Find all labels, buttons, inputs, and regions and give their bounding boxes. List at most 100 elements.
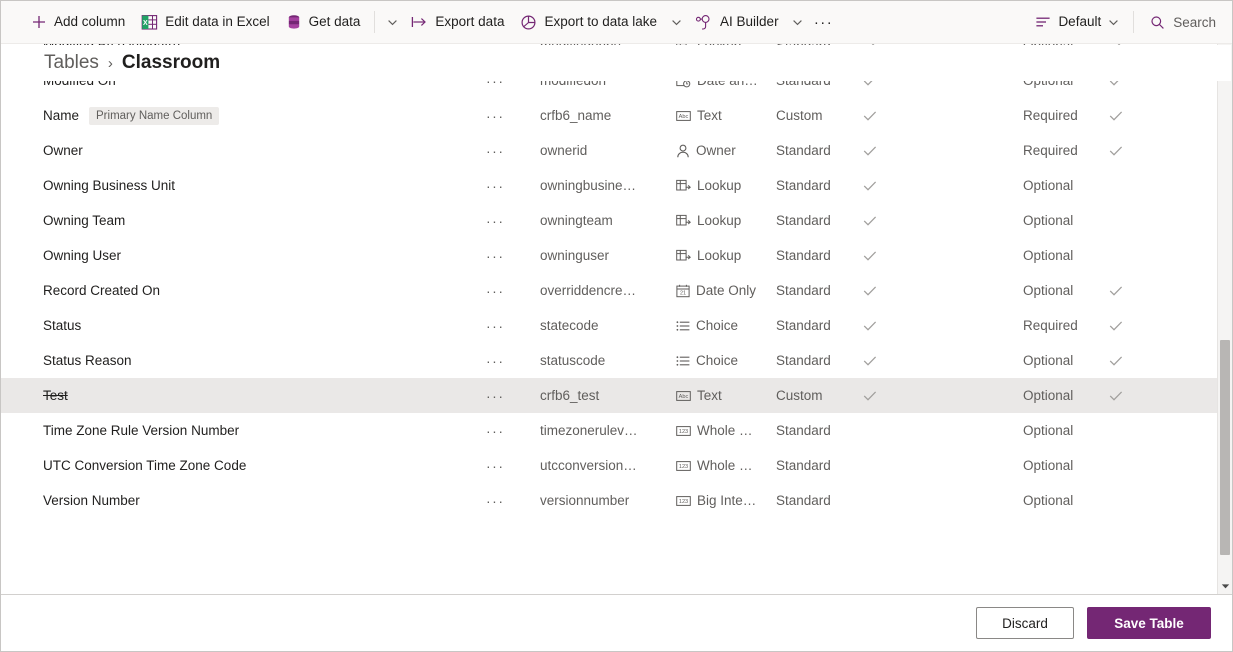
row-more-commands-button[interactable]: ··· <box>486 423 540 439</box>
column-customizable-cell <box>863 355 1023 367</box>
date-only-icon: 21 <box>676 284 690 298</box>
column-logical-name: overriddencre… <box>540 283 637 298</box>
scroll-up-arrow-icon[interactable] <box>1218 44 1232 59</box>
check-icon <box>1109 285 1169 297</box>
view-selector-label: Default <box>1058 14 1102 30</box>
lookup-icon <box>676 44 691 52</box>
row-more-commands-button[interactable]: ··· <box>486 353 540 369</box>
column-display-name: Owning Team <box>43 213 126 228</box>
column-customizable-cell <box>863 145 1023 157</box>
get-data-chevron-down-icon[interactable] <box>381 6 403 38</box>
table-row[interactable]: Owning Business Unit ··· owningbusine… Look… <box>1 168 1217 203</box>
table-row[interactable]: Owning User ··· owninguser Lookup Standard Op… <box>1 238 1217 273</box>
row-more-commands-button[interactable]: ··· <box>486 388 540 404</box>
table-row[interactable]: Time Zone Rule Version Number ··· timezone… <box>1 413 1217 448</box>
row-more-commands-button[interactable]: ··· <box>486 73 540 89</box>
check-icon <box>1109 75 1169 87</box>
search-input[interactable]: Search <box>1140 6 1226 38</box>
column-data-type-cell: 123 Whole … <box>676 458 776 473</box>
column-display-name-cell: Name Primary Name Column <box>43 106 486 125</box>
column-display-name-cell: Modified On <box>43 73 486 88</box>
column-customizable-cell <box>863 110 1023 122</box>
export-data-button[interactable]: Export data <box>403 6 512 38</box>
table-row[interactable]: Version Number ··· versionnumber 123 Big Int… <box>1 483 1217 518</box>
column-display-name-cell: Version Number <box>43 493 486 508</box>
columns-list: Modified By (Delegate) ··· modifiedonbe… Lo… <box>1 44 1217 518</box>
row-more-commands-button[interactable]: ··· <box>486 248 540 264</box>
lookup-icon <box>676 214 691 227</box>
column-logical-name: crfb6_name <box>540 108 612 123</box>
column-required-label: Optional <box>1023 178 1074 193</box>
column-logical-name: ownerid <box>540 143 588 158</box>
check-icon <box>863 250 1023 262</box>
row-more-commands-button[interactable]: ··· <box>486 108 540 124</box>
breadcrumb-tables-link[interactable]: Tables <box>44 52 99 74</box>
more-commands-button[interactable]: ··· <box>809 6 839 38</box>
row-more-commands-button[interactable]: ··· <box>486 178 540 194</box>
column-searchable-cell <box>1109 145 1169 157</box>
get-data-label: Get data <box>308 14 361 30</box>
add-column-button[interactable]: Add column <box>23 6 133 38</box>
row-more-commands-button[interactable]: ··· <box>486 283 540 299</box>
table-row[interactable]: Status ··· statecode Choice Standard Required <box>1 308 1217 343</box>
column-type-label: Custom <box>776 108 823 123</box>
table-row[interactable]: Test ··· crfb6_test Abc Text Custom Optional <box>1 378 1217 413</box>
edit-data-in-excel-button[interactable]: X Edit data in Excel <box>133 6 277 38</box>
lookup-icon <box>676 249 691 262</box>
scroll-down-arrow-icon[interactable] <box>1218 579 1232 594</box>
edit-data-in-excel-label: Edit data in Excel <box>165 14 270 30</box>
column-customizable-cell <box>863 250 1023 262</box>
table-row[interactable]: Name Primary Name Column ··· crfb6_name Abc T… <box>1 98 1217 133</box>
column-display-name: Time Zone Rule Version Number <box>43 423 240 438</box>
column-required-label: Required <box>1023 143 1078 158</box>
column-data-type-cell: 21 Date Only <box>676 283 776 298</box>
view-selector-button[interactable]: Default <box>1027 6 1127 38</box>
column-searchable-cell <box>1109 180 1169 192</box>
column-required-label: Optional <box>1023 388 1074 403</box>
ai-builder-button[interactable]: AI Builder <box>687 6 787 38</box>
table-row[interactable]: Status Reason ··· statuscode Choice Standard… <box>1 343 1217 378</box>
save-table-button[interactable]: Save Table <box>1087 607 1211 639</box>
table-row[interactable]: Owning Team ··· owningteam Lookup Standard Op… <box>1 203 1217 238</box>
svg-text:Abc: Abc <box>679 114 689 120</box>
column-required-label: Optional <box>1023 423 1074 438</box>
get-data-button[interactable]: Get data <box>278 6 369 38</box>
column-searchable-cell <box>1109 495 1169 507</box>
row-more-commands-button[interactable]: ··· <box>486 458 540 474</box>
column-display-name-cell: Status Reason <box>43 353 486 368</box>
choice-icon <box>676 320 690 332</box>
column-display-name-cell: Status <box>43 318 486 333</box>
column-logical-name: owningteam <box>540 213 613 228</box>
row-more-commands-button[interactable]: ··· <box>486 213 540 229</box>
export-to-data-lake-chevron-down-icon[interactable] <box>665 6 687 38</box>
view-selector-chevron-down-icon <box>1108 17 1119 28</box>
table-row[interactable]: Record Created On ··· overriddencre… 21 Date… <box>1 273 1217 308</box>
scrollbar-thumb[interactable] <box>1220 340 1230 555</box>
column-display-name: Record Created On <box>43 283 161 298</box>
column-customizable-cell <box>863 320 1023 332</box>
export-to-data-lake-button[interactable]: Export to data lake <box>512 6 665 38</box>
row-more-commands-button[interactable]: ··· <box>486 493 540 509</box>
row-more-commands-button[interactable]: ··· <box>486 44 540 54</box>
column-data-type-label: Owner <box>696 143 736 158</box>
column-searchable-cell <box>1109 75 1169 87</box>
row-more-commands-button[interactable]: ··· <box>486 318 540 334</box>
ai-builder-chevron-down-icon[interactable] <box>787 6 809 38</box>
table-row[interactable]: UTC Conversion Time Zone Code ··· utcconve… <box>1 448 1217 483</box>
vertical-scrollbar[interactable] <box>1217 44 1232 594</box>
discard-button[interactable]: Discard <box>976 607 1074 639</box>
column-display-name: Name <box>43 108 80 123</box>
svg-text:123: 123 <box>679 429 688 435</box>
row-more-commands-button[interactable]: ··· <box>486 143 540 159</box>
column-type-label: Standard <box>776 44 831 53</box>
column-required-label: Optional <box>1023 493 1074 508</box>
column-type-label: Standard <box>776 423 831 438</box>
column-customizable-cell <box>863 425 1023 437</box>
column-data-type-cell: Choice <box>676 353 776 368</box>
column-display-name-cell: Time Zone Rule Version Number <box>43 423 486 438</box>
column-type-label: Standard <box>776 493 831 508</box>
column-required-label: Optional <box>1023 213 1074 228</box>
table-row[interactable]: Owner ··· ownerid Owner Standard Required <box>1 133 1217 168</box>
column-data-type-cell: Lookup <box>676 213 776 228</box>
column-type-label: Standard <box>776 178 831 193</box>
